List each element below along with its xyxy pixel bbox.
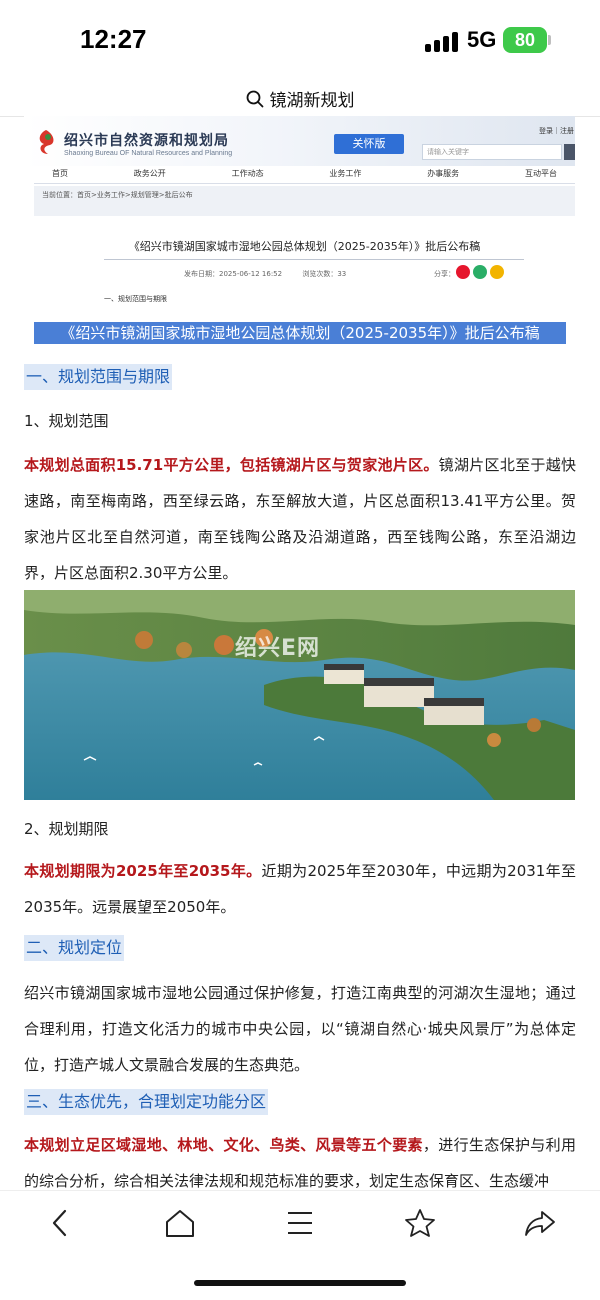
embedded-site-screenshot: 绍兴市自然资源和规划局 Shaoxing Bureau OF Natural R… <box>24 116 575 306</box>
site-title: 绍兴市自然资源和规划局 <box>64 133 229 149</box>
view-count: 浏览次数：33 <box>302 270 347 278</box>
publish-date: 发布日期：2025-06-12 16:52 <box>184 270 283 278</box>
battery-tip <box>548 35 551 45</box>
weibo-icon <box>456 265 470 279</box>
share-icons <box>456 265 504 279</box>
site-nav-item: 首页 <box>52 169 68 178</box>
star-icon <box>405 1209 435 1237</box>
wetland-park-rendering <box>24 590 575 800</box>
site-search-button <box>564 144 575 160</box>
search-icon <box>246 90 263 107</box>
site-nav-item: 政务公开 <box>133 169 166 178</box>
back-icon <box>52 1209 67 1237</box>
article-title: 《绍兴市镜湖国家城市湿地公园总体规划（2025-2035年）》批后公布稿 <box>34 322 566 344</box>
site-nav-item: 业务工作 <box>329 169 362 178</box>
site-nav-item: 工作动态 <box>231 169 264 178</box>
site-search-input: 请输入关键字 <box>422 144 562 160</box>
site-nav: 首页 政务公开 工作动态 业务工作 办事服务 互动平台 <box>34 168 575 184</box>
paragraph-scope: 本规划总面积15.71平方公里，包括镜湖片区与贺家池片区。镜湖片区北至于越快速路… <box>24 447 576 591</box>
paragraph-scope-text: 镜湖片区北至于越快速路，南至梅南路，西至绿云路，东至解放大道，片区总面积13.4… <box>24 456 576 582</box>
paragraph-positioning: 绍兴市镜湖国家城市湿地公园通过保护修复，打造江南典型的河湖次生湿地；通过合理利用… <box>24 984 576 1074</box>
paragraph-scope-highlight: 本规划总面积15.71平方公里，包括镜湖片区与贺家池片区。 <box>24 456 439 474</box>
bottom-navigation <box>0 1190 600 1254</box>
status-bar: 12:27 5G 80 <box>0 0 600 80</box>
paragraph-period: 本规划期限为2025年至2035年。近期为2025年至2030年，中远期为203… <box>24 853 576 925</box>
paragraph-period-highlight: 本规划期限为2025年至2035年。 <box>24 862 262 880</box>
site-nav-item: 互动平台 <box>524 169 557 178</box>
home-indicator[interactable] <box>194 1280 406 1286</box>
menu-button[interactable] <box>280 1205 320 1241</box>
subheading-period: 2、规划期限 <box>24 820 109 838</box>
back-button[interactable] <box>40 1205 80 1241</box>
paragraph-zoning: 本规划立足区域湿地、林地、文化、鸟类、风景等五个要素，进行生态保护与利用的综合分… <box>24 1127 576 1189</box>
site-breadcrumb: 当前位置：首页>业务工作>规划管理>批后公布 <box>34 186 575 218</box>
home-icon <box>166 1210 194 1237</box>
battery-indicator: 80 <box>503 27 547 53</box>
site-article-meta: 发布日期：2025-06-12 16:52 浏览次数：33 <box>184 269 364 279</box>
favorite-icon <box>490 265 504 279</box>
paragraph-zoning-highlight: 本规划立足区域湿地、林地、文化、鸟类、风景等五个要素 <box>24 1136 423 1154</box>
signal-strength-icon <box>425 30 461 52</box>
care-version-button: 关怀版 <box>334 134 404 154</box>
subheading-scope: 1、规划范围 <box>24 412 109 430</box>
site-subtitle: Shaoxing Bureau OF Natural Resources and… <box>64 150 233 157</box>
wechat-icon <box>473 265 487 279</box>
site-article-card: 《绍兴市镜湖国家城市湿地公园总体规划（2025-2035年）》批后公布稿 发布日… <box>34 216 575 306</box>
site-header: 绍兴市自然资源和规划局 Shaoxing Bureau OF Natural R… <box>24 116 575 166</box>
section-heading-2: 二、规划定位 <box>24 935 125 961</box>
site-section-heading: 一、规划范围与期限 <box>104 295 167 303</box>
share-icon <box>525 1211 555 1236</box>
bureau-logo-icon <box>39 130 54 154</box>
share-label: 分享： <box>434 270 455 278</box>
share-button[interactable] <box>520 1205 560 1241</box>
login-links: 登录｜注册 <box>539 127 574 135</box>
section-heading-3: 三、生态优先，合理划定功能分区 <box>24 1089 269 1115</box>
site-title-rule <box>104 259 524 260</box>
menu-icon <box>288 1212 312 1234</box>
favorite-button[interactable] <box>400 1205 440 1241</box>
image-watermark: 绍兴E网 <box>235 636 321 661</box>
section-heading-1: 一、规划范围与期限 <box>24 364 173 390</box>
home-button[interactable] <box>160 1205 200 1241</box>
network-type: 5G <box>467 27 497 52</box>
status-time: 12:27 <box>80 24 147 54</box>
site-article-title: 《绍兴市镜湖国家城市湿地公园总体规划（2025-2035年）》批后公布稿 <box>128 240 481 253</box>
search-header[interactable]: 镜湖新规划 <box>0 80 600 116</box>
site-nav-item: 办事服务 <box>427 169 460 178</box>
search-query: 镜湖新规划 <box>269 91 355 111</box>
